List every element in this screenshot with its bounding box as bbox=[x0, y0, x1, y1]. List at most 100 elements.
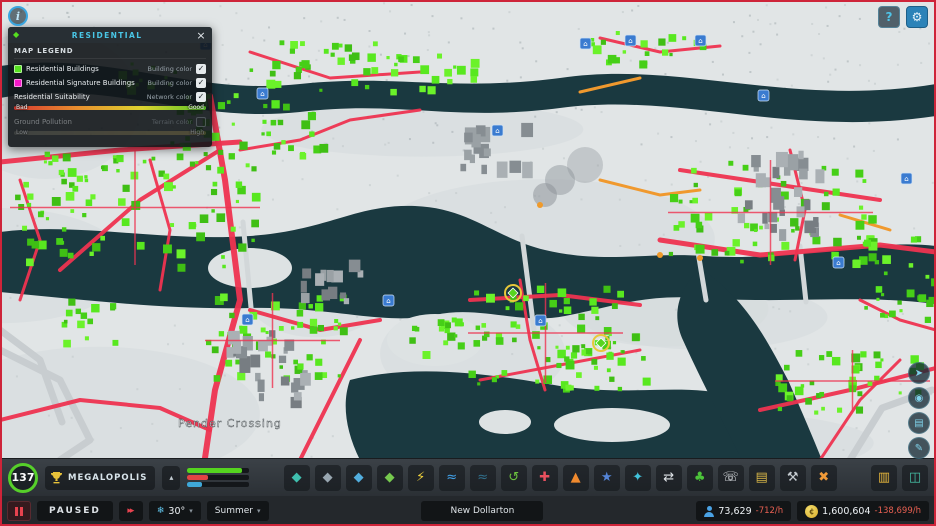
city-name-display[interactable]: New Dollarton bbox=[421, 501, 544, 521]
photo-mode-icon: ◉ bbox=[914, 392, 924, 404]
expand-icon: ▴ bbox=[169, 473, 174, 482]
money-display[interactable]: ¢ 1,600,604 -138,699/h bbox=[797, 501, 929, 521]
legend-rows: Residential Buildings Building color ✓ R… bbox=[14, 63, 206, 138]
electricity-icon: ⚡ bbox=[416, 470, 426, 485]
svg-text:⌂: ⌂ bbox=[836, 259, 840, 267]
status-bar: PAUSED ▸▸ ❄ 30° ▾ Summer ▾ New Dollarton… bbox=[0, 496, 936, 526]
fire-rescue-tool[interactable]: ▲ bbox=[562, 464, 589, 491]
chevron-down-icon: ▾ bbox=[189, 507, 193, 515]
infoviews-tool[interactable]: ◫ bbox=[902, 464, 928, 491]
photo-mode-button[interactable]: ◉ bbox=[908, 387, 930, 409]
milestone-name: MEGALOPOLIS bbox=[68, 472, 148, 483]
panel-header: ◆ RESIDENTIAL × bbox=[8, 27, 212, 43]
parks-tool[interactable]: ♣ bbox=[686, 464, 713, 491]
healthcare-tool[interactable]: ✚ bbox=[531, 464, 558, 491]
simulation-state[interactable]: PAUSED bbox=[37, 501, 113, 521]
snowflake-icon: ❄ bbox=[156, 506, 165, 516]
statistics-button[interactable]: ▤ bbox=[908, 412, 930, 434]
money-rate: -138,699/h bbox=[874, 506, 921, 516]
svg-text:⌂: ⌂ bbox=[245, 316, 249, 324]
svg-text:⌂: ⌂ bbox=[628, 37, 632, 45]
police-icon: ★ bbox=[600, 470, 613, 485]
parks-icon: ♣ bbox=[693, 470, 706, 485]
legend-label: Ground Pollution bbox=[14, 117, 72, 126]
close-icon[interactable]: × bbox=[195, 30, 207, 41]
legend-row: Ground Pollution Terrain color Low High bbox=[14, 116, 206, 138]
residential-infoview-panel: ◆ RESIDENTIAL × MAP LEGEND Residential B… bbox=[8, 27, 212, 147]
maintenance-tool[interactable]: ⚒ bbox=[779, 464, 806, 491]
chirper-button[interactable]: ➤ bbox=[908, 362, 930, 384]
milestone-level: 137 bbox=[11, 471, 35, 484]
zoning-demand-meter[interactable] bbox=[187, 468, 250, 487]
education-tool[interactable]: ✦ bbox=[624, 464, 651, 491]
sewage-tool[interactable]: ≈ bbox=[469, 464, 496, 491]
milestone-level-badge[interactable]: 137 bbox=[8, 462, 38, 493]
svg-text:⌂: ⌂ bbox=[386, 297, 390, 305]
legend-checkbox[interactable]: ✓ bbox=[196, 63, 206, 74]
pause-icon bbox=[15, 506, 18, 516]
temperature-display[interactable]: ❄ 30° ▾ bbox=[148, 501, 201, 521]
communications-tool[interactable]: ☏ bbox=[717, 464, 744, 491]
population-display[interactable]: 73,629 -712/h bbox=[696, 501, 792, 521]
city-statistics-icon: ▥ bbox=[877, 470, 891, 485]
bulldoze-tool[interactable]: ✖ bbox=[810, 464, 837, 491]
legend-checkbox[interactable]: ✓ bbox=[196, 91, 206, 102]
education-icon: ✦ bbox=[632, 470, 644, 485]
transportation-tool[interactable]: ⇄ bbox=[655, 464, 682, 491]
electricity-tool[interactable]: ⚡ bbox=[407, 464, 434, 491]
legend-type-label: Terrain color bbox=[151, 117, 192, 126]
garbage-icon: ↺ bbox=[508, 470, 520, 485]
signature-tool[interactable]: ◆ bbox=[376, 464, 403, 491]
gradient-bar bbox=[14, 106, 206, 110]
population-icon bbox=[704, 505, 715, 517]
landscaping-icon: ◆ bbox=[353, 470, 364, 485]
police-tool[interactable]: ★ bbox=[593, 464, 620, 491]
city-statistics-tool[interactable]: ▥ bbox=[871, 464, 897, 491]
roads-icon: ◆ bbox=[322, 470, 333, 485]
legend-row: Residential Suitability Network color ✓ … bbox=[14, 91, 206, 113]
garbage-tool[interactable]: ↺ bbox=[500, 464, 527, 491]
trophy-icon bbox=[50, 471, 63, 484]
signature-icon: ◆ bbox=[384, 470, 395, 485]
pause-button[interactable] bbox=[7, 501, 31, 521]
legend-swatch bbox=[14, 64, 22, 73]
money-value: 1,600,604 bbox=[822, 505, 871, 517]
communications-icon: ☏ bbox=[722, 470, 739, 485]
landscaping-tool[interactable]: ◆ bbox=[345, 464, 372, 491]
panel-body: MAP LEGEND Residential Buildings Buildin… bbox=[8, 43, 212, 147]
temperature-value: 30° bbox=[168, 505, 186, 517]
svg-text:⌂: ⌂ bbox=[583, 40, 587, 48]
help-button[interactable]: ? bbox=[878, 6, 900, 28]
svg-text:⌂: ⌂ bbox=[698, 37, 702, 45]
zones-tool[interactable]: ◆ bbox=[283, 464, 310, 491]
milestone-panel-button[interactable]: MEGALOPOLIS bbox=[45, 465, 156, 490]
healthcare-icon: ✚ bbox=[539, 470, 551, 485]
legend-gradient: Low High bbox=[14, 128, 206, 138]
season-display[interactable]: Summer ▾ bbox=[206, 501, 269, 521]
map-legend-heading: MAP LEGEND bbox=[14, 47, 206, 59]
svg-text:⌂: ⌂ bbox=[495, 127, 499, 135]
legend-label: Residential Signature Buildings bbox=[26, 78, 135, 87]
population-rate: -712/h bbox=[755, 506, 784, 516]
milestone-expand-button[interactable]: ▴ bbox=[162, 465, 181, 490]
water-tool[interactable]: ≈ bbox=[438, 464, 465, 491]
legend-type-label: Building color bbox=[147, 64, 192, 73]
svg-text:⌂: ⌂ bbox=[761, 92, 765, 100]
money-icon: ¢ bbox=[805, 504, 819, 518]
floating-button-stack: ➤ ◉ ▤ ✎ bbox=[908, 362, 930, 459]
settings-button[interactable]: ⚙ bbox=[906, 6, 928, 28]
legend-type-label: Building color bbox=[147, 78, 192, 87]
infoviews-icon: ◫ bbox=[908, 470, 922, 485]
economy-tool[interactable]: ▤ bbox=[748, 464, 775, 491]
roads-tool[interactable]: ◆ bbox=[314, 464, 341, 491]
legend-label: Residential Buildings bbox=[26, 64, 99, 73]
svg-text:⌂: ⌂ bbox=[538, 317, 542, 325]
legend-checkbox[interactable] bbox=[196, 116, 206, 127]
info-button[interactable]: i bbox=[8, 6, 28, 26]
notes-button[interactable]: ✎ bbox=[908, 437, 930, 459]
legend-checkbox[interactable]: ✓ bbox=[196, 77, 206, 88]
bulldoze-icon: ✖ bbox=[818, 470, 830, 485]
population-value: 73,629 bbox=[718, 505, 752, 517]
speed-button[interactable]: ▸▸ bbox=[118, 501, 143, 521]
speed-icon: ▸▸ bbox=[127, 506, 134, 516]
